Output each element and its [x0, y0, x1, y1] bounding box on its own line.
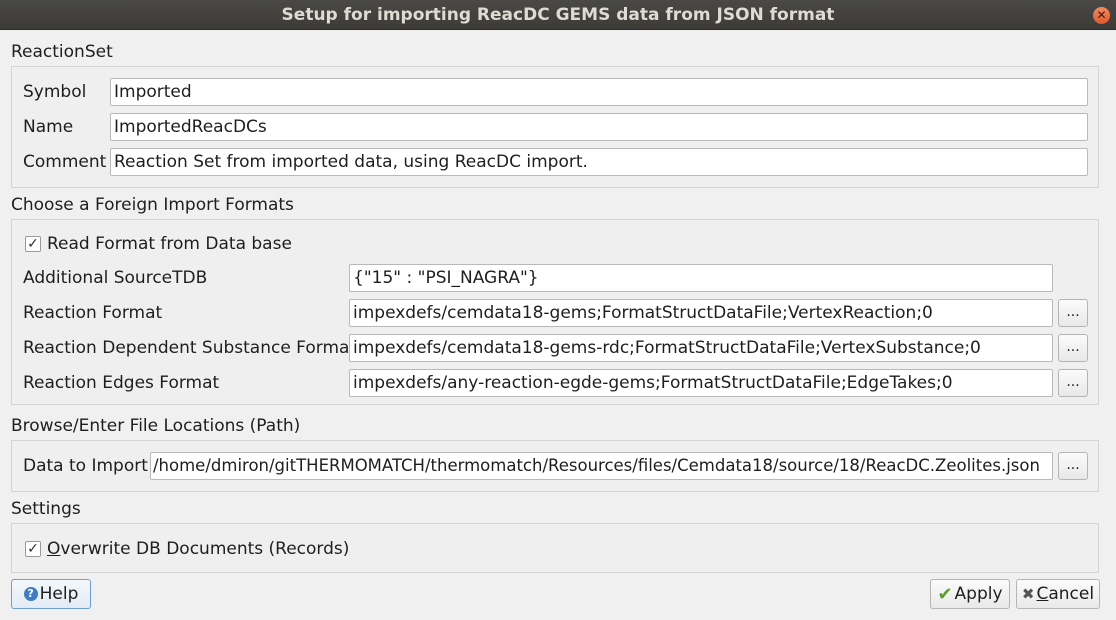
- overwrite-label[interactable]: Overwrite DB Documents (Records): [47, 539, 349, 559]
- name-input[interactable]: ImportedReacDCs: [110, 113, 1088, 141]
- reaction-format-browse-button[interactable]: ...: [1058, 299, 1088, 327]
- reaction-format-input[interactable]: impexdefs/cemdata18-gems;FormatStructDat…: [349, 299, 1053, 327]
- cancel-button[interactable]: ✖ Cancel: [1016, 579, 1100, 609]
- overwrite-checkbox[interactable]: ✓: [25, 541, 41, 557]
- apply-button-label: Apply: [954, 584, 1003, 604]
- cancel-label-text: ancel: [1048, 584, 1095, 604]
- formats-section-title: Choose a Foreign Import Formats: [11, 195, 294, 215]
- apply-check-icon: ✔: [937, 583, 953, 605]
- read-format-checkbox[interactable]: ✓: [25, 236, 41, 252]
- cancel-button-label: Cancel: [1036, 584, 1094, 604]
- edges-format-browse-button[interactable]: ...: [1058, 369, 1088, 397]
- settings-section-title: Settings: [11, 499, 81, 519]
- dep-substance-input[interactable]: impexdefs/cemdata18-gems-rdc;FormatStruc…: [349, 334, 1053, 362]
- close-icon[interactable]: ✕: [1093, 7, 1110, 24]
- apply-button[interactable]: ✔ Apply: [930, 579, 1010, 609]
- symbol-input[interactable]: Imported: [110, 78, 1088, 106]
- symbol-label: Symbol: [23, 82, 87, 102]
- cancel-x-icon: ✖: [1021, 585, 1035, 603]
- help-button-label: Help: [39, 584, 79, 604]
- comment-input[interactable]: Reaction Set from imported data, using R…: [110, 148, 1088, 176]
- help-icon: ?: [23, 587, 38, 601]
- source-tdb-label: Additional SourceTDB: [23, 268, 208, 288]
- overwrite-label-text: verwrite DB Documents (Records): [60, 539, 350, 559]
- source-tdb-input[interactable]: {"15" : "PSI_NAGRA"}: [349, 264, 1053, 292]
- reactionset-group: Symbol Imported Name ImportedReacDCs Com…: [11, 66, 1099, 188]
- overwrite-mnemonic: O: [47, 539, 61, 559]
- data-to-import-label: Data to Import: [23, 456, 148, 476]
- dep-substance-browse-button[interactable]: ...: [1058, 334, 1088, 362]
- comment-label: Comment: [23, 152, 107, 172]
- files-section-title: Browse/Enter File Locations (Path): [11, 416, 301, 436]
- help-button[interactable]: ? Help: [11, 579, 91, 609]
- edges-format-label: Reaction Edges Format: [23, 373, 220, 393]
- reaction-format-label: Reaction Format: [23, 303, 163, 323]
- dep-substance-label: Reaction Dependent Substance Format: [23, 338, 357, 358]
- name-label: Name: [23, 117, 74, 137]
- data-to-import-input[interactable]: /home/dmiron/gitTHERMOMATCH/thermomatch/…: [150, 452, 1053, 480]
- reactionset-section-title: ReactionSet: [11, 42, 113, 62]
- data-to-import-browse-button[interactable]: ...: [1058, 452, 1088, 480]
- window-title: Setup for importing ReacDC GEMS data fro…: [281, 4, 835, 25]
- settings-group: ✓ Overwrite DB Documents (Records): [11, 523, 1099, 573]
- cancel-mnemonic: C: [1036, 584, 1049, 604]
- edges-format-input[interactable]: impexdefs/any-reaction-egde-gems;FormatS…: [349, 369, 1053, 397]
- formats-group: ✓ Read Format from Data base Additional …: [11, 219, 1099, 405]
- files-group: Data to Import /home/dmiron/gitTHERMOMAT…: [11, 440, 1099, 492]
- window-titlebar: Setup for importing ReacDC GEMS data fro…: [0, 0, 1116, 30]
- read-format-label[interactable]: Read Format from Data base: [47, 234, 292, 254]
